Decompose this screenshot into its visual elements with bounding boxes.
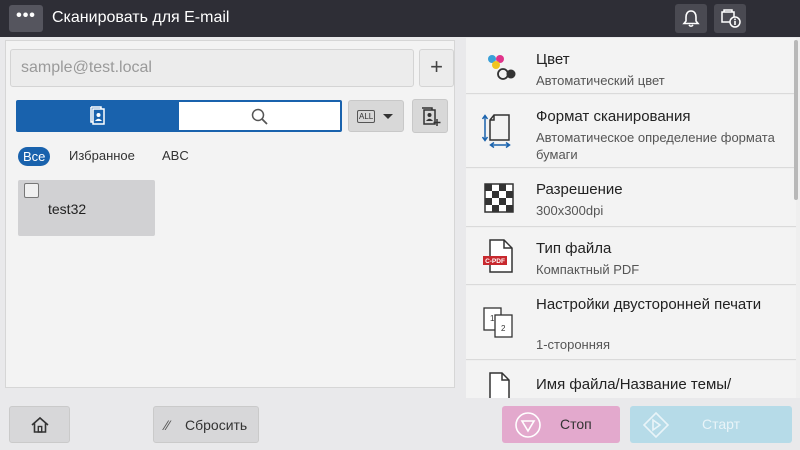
setting-label: Разрешение <box>536 181 623 198</box>
color-icon <box>488 55 516 80</box>
address-book-icon <box>90 106 105 125</box>
filter-abc[interactable]: ABC <box>162 148 189 163</box>
reset-icon: ⁄⁄ <box>165 417 170 433</box>
document-icon <box>489 372 510 398</box>
setting-file-type[interactable]: C-PDF Тип файла Компактный PDF <box>466 228 796 285</box>
setting-label: Цвет <box>536 51 570 68</box>
svg-text:1: 1 <box>490 314 495 323</box>
start-label: Старт <box>702 416 741 432</box>
page-title: Сканировать для E-mail <box>52 9 230 26</box>
job-status-button[interactable] <box>714 4 746 33</box>
stop-button[interactable]: Стоп <box>502 406 620 443</box>
chevron-down-icon <box>383 114 393 119</box>
entry-name: test32 <box>48 201 87 217</box>
add-address-book-button[interactable] <box>412 99 448 133</box>
tab-address-book[interactable] <box>18 102 179 130</box>
entry-checkbox[interactable] <box>24 183 39 198</box>
scan-size-icon <box>482 114 511 149</box>
bell-icon <box>682 10 700 28</box>
setting-value: Автоматический цвет <box>536 73 665 88</box>
home-icon <box>31 416 49 433</box>
setting-value: Компактный PDF <box>536 262 640 277</box>
index-select[interactable]: ALL <box>348 100 404 132</box>
filter-all[interactable]: Все <box>18 147 51 166</box>
bottom-bar: ⁄⁄ Сбросить Стоп Старт <box>0 398 800 450</box>
filter-favorites[interactable]: Избранное <box>69 148 135 163</box>
menu-button[interactable]: ••• <box>9 5 43 32</box>
search-mode-toggle <box>16 100 342 132</box>
destination-panel: + ALL <box>5 40 455 388</box>
svg-text:2: 2 <box>501 324 506 333</box>
stop-label: Стоп <box>560 416 592 432</box>
resolution-icon <box>484 183 514 213</box>
info-status-icon <box>721 9 741 28</box>
notification-button[interactable] <box>675 4 707 33</box>
setting-label: Тип файла <box>536 240 612 257</box>
setting-duplex[interactable]: 1 2 Настройки двусторонней печати 1-стор… <box>466 286 796 360</box>
svg-text:C-PDF: C-PDF <box>485 258 505 265</box>
address-entry[interactable]: test32 <box>18 180 155 236</box>
stop-icon <box>515 412 541 438</box>
top-bar: ••• Сканировать для E-mail <box>0 0 800 37</box>
setting-value: 300x300dpi <box>536 203 604 218</box>
reset-button[interactable]: ⁄⁄ Сбросить <box>153 406 259 443</box>
setting-file-name[interactable]: Имя файла/Название темы/Другое <box>466 361 796 398</box>
address-book-add-icon <box>422 107 441 126</box>
start-icon <box>642 411 670 439</box>
compact-pdf-icon: C-PDF <box>483 239 513 273</box>
start-button[interactable]: Старт <box>630 406 792 443</box>
setting-resolution[interactable]: Разрешение 300x300dpi <box>466 169 796 227</box>
reset-label: Сбросить <box>185 417 248 433</box>
add-destination-button[interactable]: + <box>419 49 454 87</box>
setting-label: Имя файла/Название темы/Другое <box>536 376 732 398</box>
scan-settings-list: Цвет Автоматический цвет Формат сканиров… <box>466 38 800 398</box>
setting-value: Автоматическое определение формата бумаг… <box>536 130 775 162</box>
setting-label: Настройки двусторонней печати <box>536 296 762 313</box>
search-icon <box>251 108 268 125</box>
setting-scan-size[interactable]: Формат сканирования Автоматическое опред… <box>466 95 796 168</box>
setting-color[interactable]: Цвет Автоматический цвет <box>466 38 796 94</box>
duplex-icon: 1 2 <box>483 307 513 338</box>
setting-label: Формат сканирования <box>536 108 691 125</box>
setting-value: 1-сторонняя <box>536 337 610 352</box>
all-badge: ALL <box>357 110 376 123</box>
email-input[interactable] <box>10 49 414 87</box>
home-button[interactable] <box>9 406 70 443</box>
settings-scrollbar[interactable] <box>794 40 798 200</box>
